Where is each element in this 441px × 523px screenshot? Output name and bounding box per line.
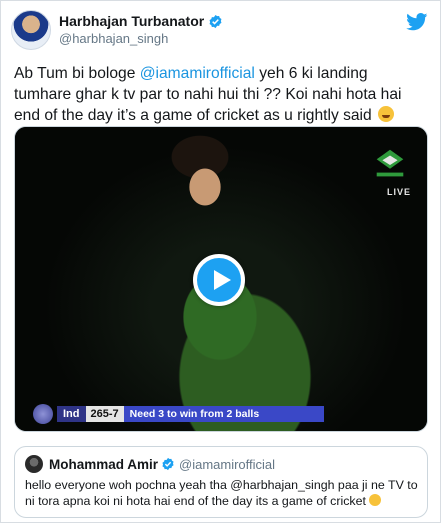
live-badge: LIVE — [386, 187, 411, 197]
quoted-display-name: Mohammad Amir — [49, 456, 159, 472]
smiling-face-emoji-icon — [369, 494, 382, 506]
tweet-text-line-3: end of the day it’s a game of cricket as… — [14, 105, 434, 126]
scoreboard: Ind 265-7 Need 3 to win from 2 balls — [33, 404, 363, 424]
author-name-row: Harbhajan Turbanator — [59, 13, 223, 30]
mention-link[interactable]: @iamamirofficial — [140, 65, 255, 82]
play-icon[interactable] — [193, 254, 245, 306]
author-display-name[interactable]: Harbhajan Turbanator — [59, 13, 204, 30]
tweet-text-line-1-prefix: Ab Tum bi bologe — [14, 65, 140, 82]
quoted-text-line-1: hello everyone woh pochna yeah tha @harb… — [25, 478, 418, 492]
tweet-text: Ab Tum bi bologe @iamamirofficial yeh 6 … — [14, 63, 434, 126]
quoted-tweet[interactable]: Mohammad Amir @iamamirofficial hello eve… — [14, 446, 428, 518]
tweet-text-line-3-text: end of the day it’s a game of cricket as… — [14, 107, 372, 124]
author-handle[interactable]: @harbhajan_singh — [59, 30, 223, 47]
scoreboard-team: Ind — [57, 406, 86, 422]
channel-logo-icon — [376, 149, 404, 177]
tweet-text-line-1-suffix: yeh 6 ki landing — [254, 65, 368, 82]
video-player[interactable]: LIVE Ind 265-7 Need 3 to win from 2 ball… — [14, 126, 428, 432]
twitter-bird-icon[interactable] — [406, 13, 428, 31]
quoted-tweet-header: Mohammad Amir @iamamirofficial — [25, 455, 417, 473]
tweet-text-line-2: tumhare ghar k tv par to nahi hui thi ??… — [14, 86, 402, 103]
quoted-text-line-2: ni tora apna koi ni hota hai end of the … — [25, 493, 417, 509]
scoreboard-message: Need 3 to win from 2 balls — [123, 406, 324, 422]
rolling-on-floor-laughing-emoji-icon — [378, 106, 395, 122]
quoted-text-line-2-text: ni tora apna koi ni hota hai end of the … — [25, 494, 366, 508]
quoted-tweet-text: hello everyone woh pochna yeah tha @harb… — [25, 477, 418, 509]
score-ball-icon — [33, 404, 53, 424]
quoted-avatar — [25, 455, 43, 473]
tweet-card: Harbhajan Turbanator @harbhajan_singh Ab… — [0, 0, 441, 523]
avatar[interactable] — [11, 10, 51, 50]
tweet-text-line-1: Ab Tum bi bologe @iamamirofficial yeh 6 … — [14, 63, 434, 84]
verified-badge-icon — [209, 14, 222, 29]
verified-badge-icon — [162, 457, 174, 471]
author-info: Harbhajan Turbanator @harbhajan_singh — [59, 13, 223, 47]
scoreboard-score: 265-7 — [85, 406, 124, 422]
quoted-handle: @iamamirofficial — [179, 456, 276, 472]
tweet-header: Harbhajan Turbanator @harbhajan_singh — [11, 9, 223, 51]
